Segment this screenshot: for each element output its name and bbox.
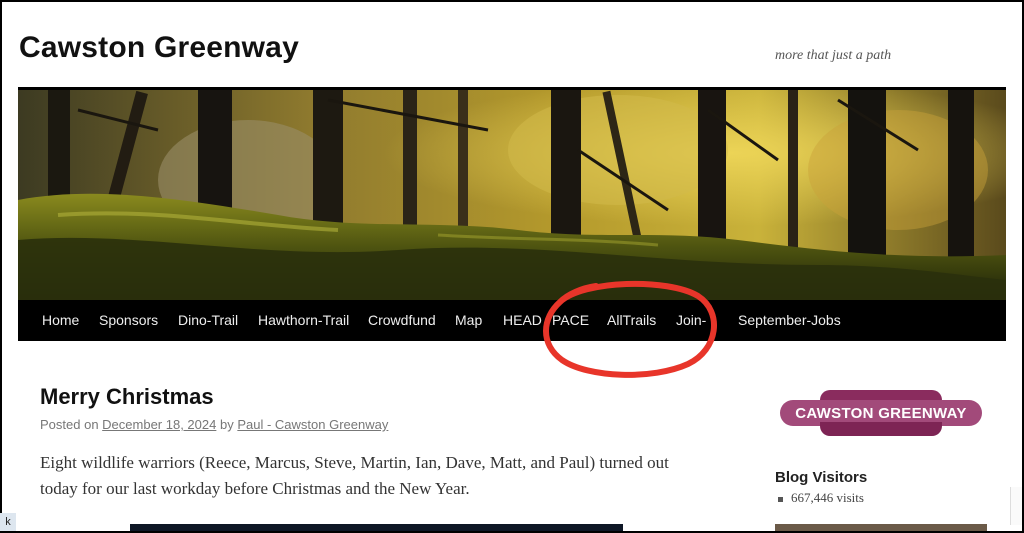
header-banner-image — [18, 90, 1006, 300]
nav-sponsors[interactable]: Sponsors — [99, 312, 158, 328]
site-tagline: more that just a path — [775, 48, 892, 63]
post-body-text: Eight wildlife warriors (Reece, Marcus, … — [40, 453, 669, 498]
badge-bottom-shape — [820, 422, 942, 436]
nav-dino-trail[interactable]: Dino-Trail — [178, 312, 238, 328]
nav-home[interactable]: Home — [42, 312, 79, 328]
corner-label: k — [0, 513, 16, 531]
sidebar-image — [775, 524, 987, 531]
posted-on-label: Posted on — [40, 417, 99, 432]
nav-september-jobs[interactable]: September-Jobs — [738, 312, 841, 328]
scrollbar[interactable] — [1010, 487, 1022, 525]
post-meta: Posted on December 18, 2024 by Paul - Ca… — [40, 417, 388, 432]
post-author-link[interactable]: Paul - Cawston Greenway — [237, 417, 388, 432]
blog-visitors-title: Blog Visitors — [775, 469, 868, 486]
nav-crowdfund[interactable]: Crowdfund — [368, 312, 436, 328]
nav-hawthorn-trail[interactable]: Hawthorn-Trail — [258, 312, 349, 328]
visits-text: 667,446 visits — [791, 490, 864, 505]
post-date-link[interactable]: December 18, 2024 — [102, 417, 216, 432]
nav-headspace-part1[interactable]: HEAD — [503, 312, 542, 328]
badge-text: CAWSTON GREENWAY — [795, 405, 967, 422]
bullet-icon — [778, 496, 783, 502]
nav-alltrails[interactable]: AllTrails — [607, 312, 656, 328]
cawston-greenway-badge[interactable]: CAWSTON GREENWAY — [780, 390, 982, 436]
main-navigation: Home Sponsors Dino-Trail Hawthorn-Trail … — [18, 300, 1006, 341]
post-image — [130, 524, 623, 531]
nav-map[interactable]: Map — [455, 312, 482, 328]
by-label: by — [219, 417, 234, 432]
site-title[interactable]: Cawston Greenway — [19, 31, 299, 65]
browser-viewport: Cawston Greenway more that just a path H… — [0, 0, 1024, 533]
nav-headspace-part2[interactable]: PACE — [552, 312, 589, 328]
post-title[interactable]: Merry Christmas — [40, 384, 214, 410]
nav-join-us[interactable]: Join- — [676, 312, 706, 328]
visits-count: 667,446 visits — [778, 490, 864, 506]
